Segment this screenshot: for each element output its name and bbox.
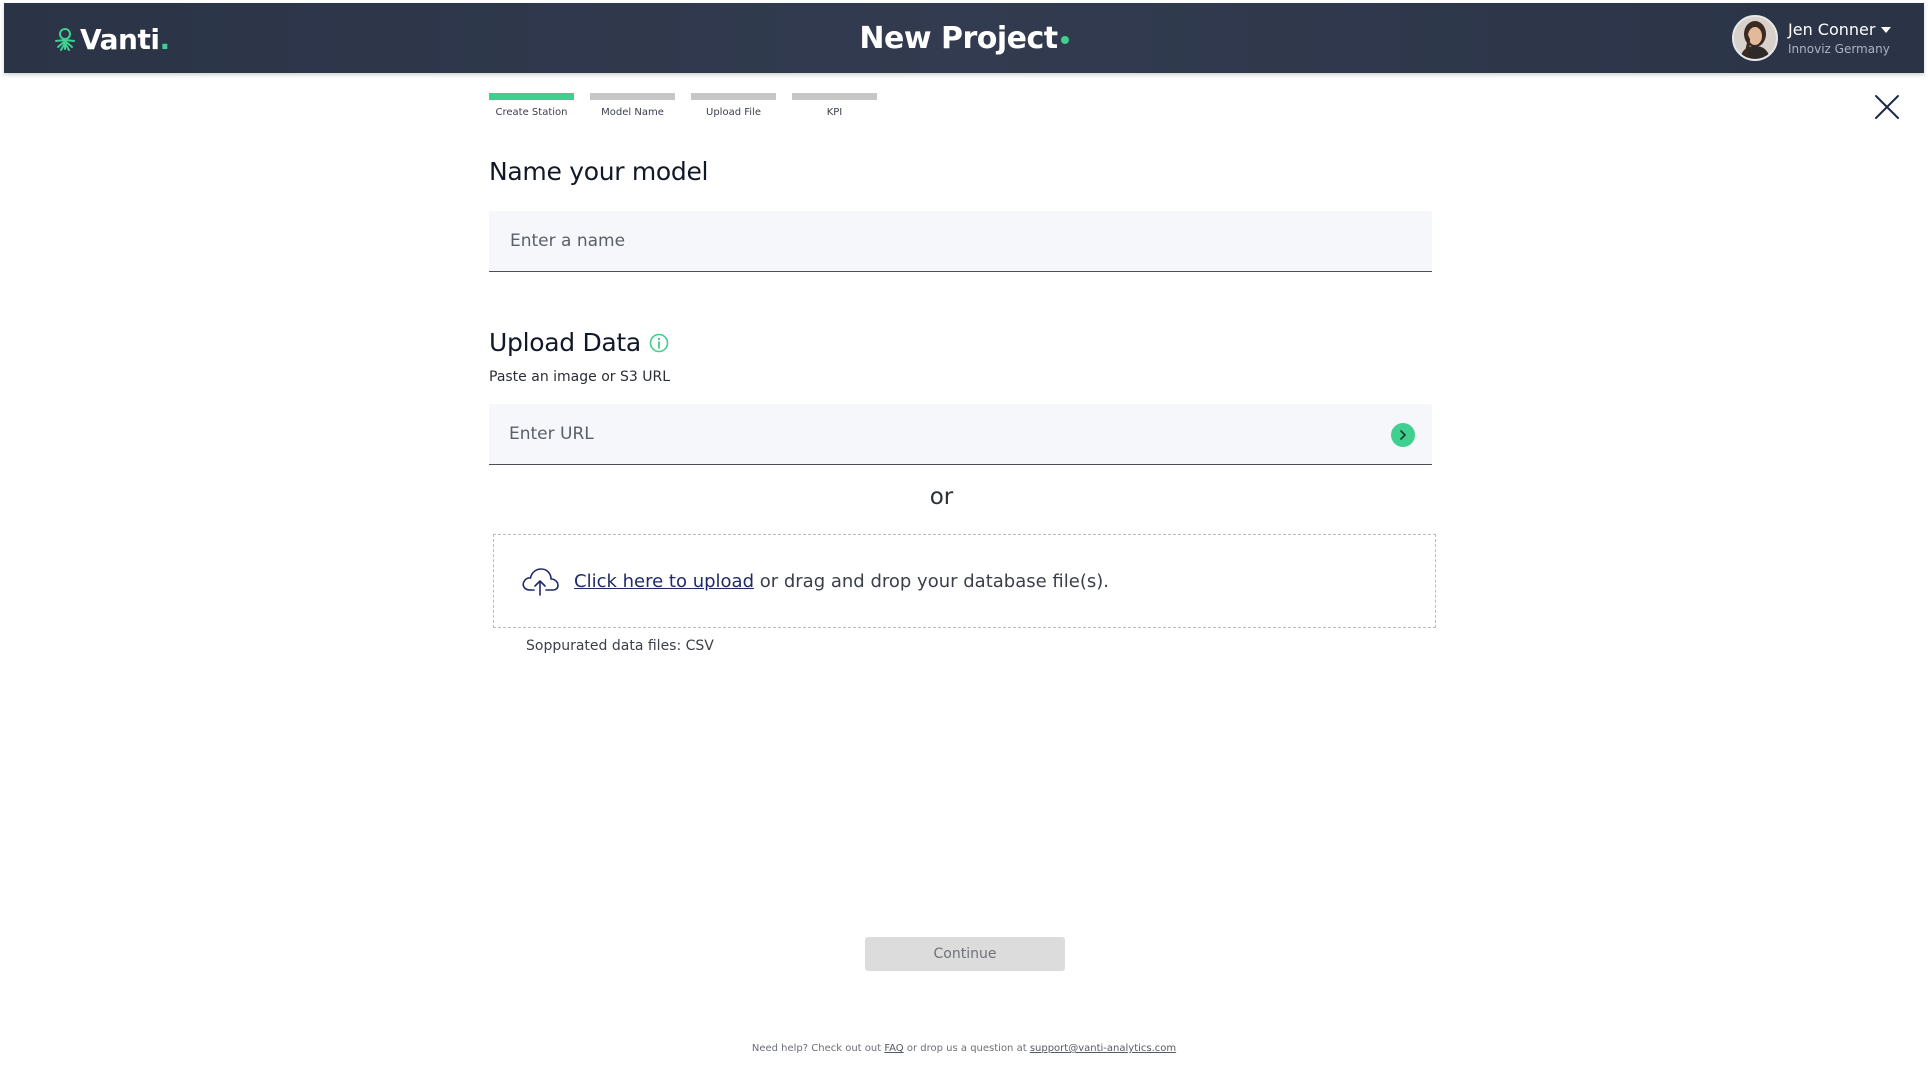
upload-data-title: Upload Data (489, 328, 641, 357)
url-input[interactable] (489, 424, 1432, 444)
avatar[interactable] (1732, 15, 1778, 61)
page-title: New Project (4, 21, 1924, 56)
dropzone-text: Click here to upload or drag and drop yo… (574, 571, 1109, 592)
step-label: Model Name (601, 107, 664, 118)
faq-link[interactable]: FAQ (884, 1043, 903, 1054)
top-header: Vanti. New Project Jen Conner Innoviz Ge… (4, 3, 1924, 73)
continue-button[interactable]: Continue (865, 937, 1065, 971)
cloud-upload-icon (520, 566, 560, 596)
support-email-link[interactable]: support@vanti-analytics.com (1030, 1043, 1176, 1054)
step-model-name[interactable]: Model Name (590, 93, 675, 118)
step-bar (691, 93, 776, 100)
footer-prefix: Need help? Check out out (751, 1043, 885, 1054)
title-accent-dot (1060, 36, 1069, 44)
url-field[interactable] (489, 404, 1432, 465)
footer-middle: or drop us a question at (903, 1043, 1030, 1054)
step-upload-file[interactable]: Upload File (691, 93, 776, 118)
user-menu[interactable]: Jen Conner Innoviz Germany (1732, 14, 1892, 62)
step-bar (590, 93, 675, 100)
progress-stepper: Create Station Model Name Upload File KP… (489, 93, 877, 118)
info-icon[interactable] (649, 333, 669, 353)
new-project-page: Vanti. New Project Jen Conner Innoviz Ge… (0, 0, 1928, 1083)
dropzone-instructions: or drag and drop your database file(s). (754, 570, 1109, 592)
step-label: Upload File (706, 107, 761, 118)
model-name-input[interactable] (489, 231, 1432, 251)
upload-subtitle: Paste an image or S3 URL (489, 369, 670, 385)
model-name-heading: Name your model (489, 157, 709, 186)
help-footer: Need help? Check out out FAQ or drop us … (0, 1043, 1928, 1054)
url-submit-button[interactable] (1391, 423, 1415, 447)
user-name-row[interactable]: Jen Conner (1788, 20, 1892, 39)
user-name: Jen Conner (1788, 20, 1876, 39)
or-divider: or (929, 484, 954, 510)
close-icon[interactable] (1874, 94, 1900, 120)
upload-data-heading: Upload Data (489, 328, 669, 357)
step-label: Create Station (495, 107, 568, 118)
step-label: KPI (826, 107, 843, 118)
caret-down-icon[interactable] (1881, 26, 1892, 33)
step-bar (489, 93, 574, 100)
step-bar (792, 93, 877, 100)
step-kpi[interactable]: KPI (792, 93, 877, 118)
step-create-station[interactable]: Create Station (489, 93, 574, 118)
upload-link[interactable]: Click here to upload (574, 571, 754, 592)
user-organization: Innoviz Germany (1788, 42, 1890, 56)
user-info: Jen Conner Innoviz Germany (1788, 20, 1892, 56)
model-name-field[interactable] (489, 211, 1432, 272)
file-dropzone[interactable]: Click here to upload or drag and drop yo… (493, 534, 1436, 628)
arrow-right-icon (1398, 430, 1408, 440)
supported-files-note: Soppurated data files: CSV (526, 638, 714, 654)
